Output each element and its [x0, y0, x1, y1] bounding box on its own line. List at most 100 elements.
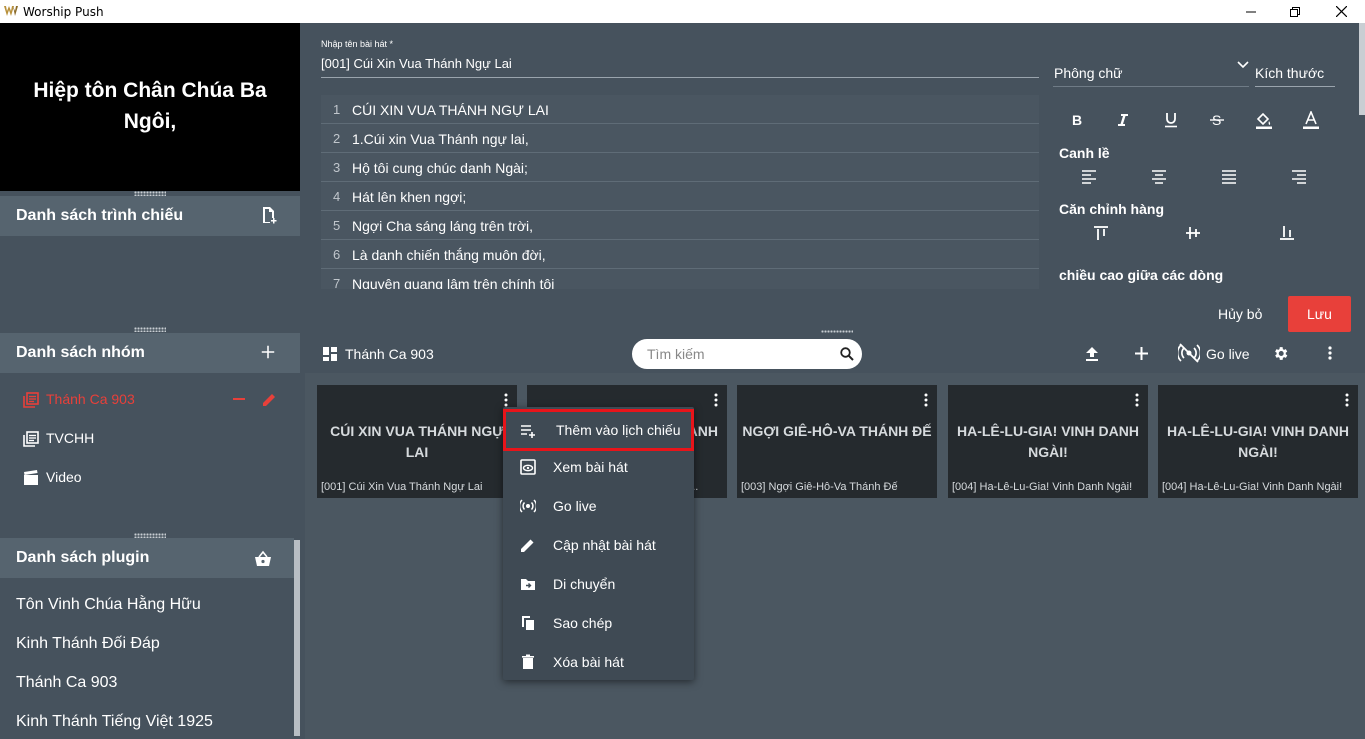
golive-label[interactable]: Go live — [1206, 346, 1250, 362]
line-number: 1 — [333, 102, 341, 117]
menu-item-add-to-schedule[interactable]: Thêm vào lịch chiếu — [503, 409, 694, 451]
fill-color-button[interactable] — [1252, 108, 1276, 132]
lyric-line[interactable]: 2 1.Cúi xin Vua Thánh ngự lai, — [321, 124, 1039, 153]
align-center-icon — [1152, 170, 1166, 184]
card-subtitle: [004] Ha-Lê-Lu-Gia! Vinh Danh Ngài! — [952, 481, 1133, 493]
menu-item-label: Di chuyển — [553, 576, 616, 592]
song-card[interactable]: NGỢI GIÊ-HÔ-VA THÁNH ĐẾ [003] Ngợi Giê-H… — [737, 385, 937, 498]
card-title: NGỢI GIÊ-HÔ-VA THÁNH ĐẾ — [742, 423, 932, 439]
line-number: 5 — [333, 218, 341, 233]
save-button[interactable]: Lưu — [1288, 296, 1351, 332]
plugin-item[interactable]: Kinh Thánh Đối Đáp — [16, 635, 160, 653]
lyric-line[interactable]: 3 Hộ tôi cung chúc danh Ngài; — [321, 153, 1039, 182]
align-left-button[interactable] — [1077, 165, 1101, 189]
cancel-button[interactable]: Hủy bỏ — [1218, 306, 1262, 322]
plugin-item[interactable]: Kinh Thánh Tiếng Việt 1925 — [16, 713, 213, 731]
lyric-line[interactable]: 7 Nguyên quang lâm trên chính tôi — [321, 269, 1039, 289]
song-card[interactable]: HA-LÊ-LU-GIA! VINH DANH NGÀI! [004] Ha-L… — [948, 385, 1148, 498]
strikethrough-button[interactable]: S — [1205, 108, 1229, 132]
song-card[interactable]: CÚI XIN VUA THÁNH NGỰ LAI [001] Cúi Xin … — [317, 385, 517, 498]
grid-view-icon[interactable] — [323, 347, 337, 361]
minus-icon[interactable] — [233, 398, 245, 401]
more-vert-icon[interactable] — [1134, 393, 1140, 407]
plus-icon[interactable] — [1135, 347, 1148, 360]
underline-button[interactable] — [1159, 108, 1183, 132]
lyric-line[interactable]: 4 Hát lên khen ngợi; — [321, 182, 1039, 211]
line-number: 3 — [333, 160, 341, 175]
menu-item-copy[interactable]: Sao chép — [503, 603, 694, 642]
app-title: Worship Push — [23, 5, 104, 19]
group-label: Thánh Ca 903 — [46, 391, 135, 407]
font-select-label: Phông chữ — [1054, 65, 1123, 81]
card-title: HA-LÊ-LU-GIA! VINH DANH NGÀI! — [957, 423, 1139, 460]
menu-item-delete-song[interactable]: Xóa bài hát — [503, 642, 694, 681]
lyric-line[interactable]: 1 CÚI XIN VUA THÁNH NGỰ LAI — [321, 95, 1039, 124]
sidebar: Hiệp tôn Chân Chúa Ba Ngôi, Danh sách tr… — [0, 23, 300, 739]
group-item-tvchh[interactable]: TVCHH — [0, 419, 300, 458]
song-editor: Nhập tên bài hát * [001] Cúi Xin Vua Thá… — [305, 23, 1360, 335]
align-right-button[interactable] — [1287, 165, 1311, 189]
add-file-icon[interactable] — [260, 206, 278, 224]
align-justify-button[interactable] — [1217, 165, 1241, 189]
menu-item-view-song[interactable]: Xem bài hát — [503, 447, 694, 486]
lyrics-editor[interactable]: 1 CÚI XIN VUA THÁNH NGỰ LAI 2 1.Cúi xin Vu… — [321, 95, 1039, 289]
text-color-button[interactable] — [1299, 108, 1323, 132]
song-name-value: [001] Cúi Xin Vua Thánh Ngự Lai — [321, 56, 512, 71]
movie-icon — [24, 470, 38, 485]
group-title: Thánh Ca 903 — [345, 346, 434, 362]
valign-bottom-icon — [1280, 226, 1294, 240]
restore-button[interactable] — [1272, 0, 1318, 23]
basket-icon[interactable] — [254, 550, 272, 568]
more-vert-icon[interactable] — [713, 393, 719, 407]
line-number: 4 — [333, 189, 341, 204]
more-vert-icon[interactable] — [1344, 393, 1350, 407]
menu-item-go-live[interactable]: Go live — [503, 486, 694, 525]
menu-item-update-song[interactable]: Cập nhật bài hát — [503, 525, 694, 564]
search-placeholder: Tìm kiếm — [647, 346, 705, 362]
italic-icon — [1118, 114, 1128, 126]
font-select[interactable]: Phông chữ — [1053, 59, 1249, 87]
group-label: TVCHH — [46, 430, 95, 446]
song-card[interactable]: HA-LÊ-LU-GIA! VINH DANH NGÀI! [004] Ha-L… — [1158, 385, 1358, 498]
menu-item-move[interactable]: Di chuyển — [503, 564, 694, 603]
valign-middle-button[interactable] — [1181, 221, 1205, 245]
italic-button[interactable] — [1111, 108, 1135, 132]
line-text: Nguyên quang lâm trên chính tôi — [352, 276, 555, 289]
line-text: Ngợi Cha sáng láng trên trời, — [352, 218, 534, 234]
more-vert-icon[interactable] — [1328, 346, 1332, 360]
editor-scrollbar[interactable] — [1359, 23, 1365, 115]
minimize-button[interactable] — [1228, 0, 1274, 23]
valign-bottom-button[interactable] — [1275, 221, 1299, 245]
valign-middle-icon — [1186, 227, 1200, 239]
upload-icon[interactable] — [1085, 346, 1099, 362]
plugin-item[interactable]: Tôn Vinh Chúa Hằng Hữu — [16, 596, 201, 614]
plus-icon[interactable] — [261, 345, 275, 359]
search-input[interactable]: Tìm kiếm — [632, 339, 862, 369]
broadcast-icon — [520, 499, 536, 513]
pencil-icon[interactable] — [262, 392, 277, 407]
plugin-item[interactable]: Thánh Ca 903 — [16, 674, 117, 692]
lyric-line[interactable]: 6 Là danh chiến thắng muôn đời, — [321, 240, 1039, 269]
more-vert-icon[interactable] — [503, 393, 509, 407]
live-preview: Hiệp tôn Chân Chúa Ba Ngôi, — [0, 23, 300, 191]
search-icon[interactable] — [840, 347, 854, 361]
sidebar-scrollbar[interactable] — [294, 540, 300, 736]
more-vert-icon[interactable] — [923, 393, 929, 407]
size-select[interactable]: Kích thước — [1255, 59, 1335, 87]
presentation-list-header: Danh sách trình chiếu — [0, 196, 300, 236]
song-name-input[interactable]: [001] Cúi Xin Vua Thánh Ngự Lai — [321, 56, 1039, 78]
group-label: Video — [46, 469, 82, 485]
group-item-video[interactable]: Video — [0, 458, 300, 497]
align-center-button[interactable] — [1147, 165, 1171, 189]
settings-icon[interactable] — [1272, 345, 1289, 362]
bold-button[interactable]: B — [1065, 108, 1089, 132]
group-item-thanh-ca-903[interactable]: Thánh Ca 903 — [0, 380, 300, 419]
menu-item-label: Sao chép — [553, 615, 613, 631]
lyric-line[interactable]: 5 Ngợi Cha sáng láng trên trời, — [321, 211, 1039, 240]
close-window-button[interactable] — [1318, 0, 1364, 23]
broadcast-off-icon[interactable] — [1178, 343, 1200, 363]
resize-grip[interactable] — [134, 327, 166, 332]
line-number: 6 — [333, 247, 341, 262]
menu-item-label: Xóa bài hát — [553, 654, 624, 670]
valign-top-button[interactable] — [1089, 221, 1113, 245]
